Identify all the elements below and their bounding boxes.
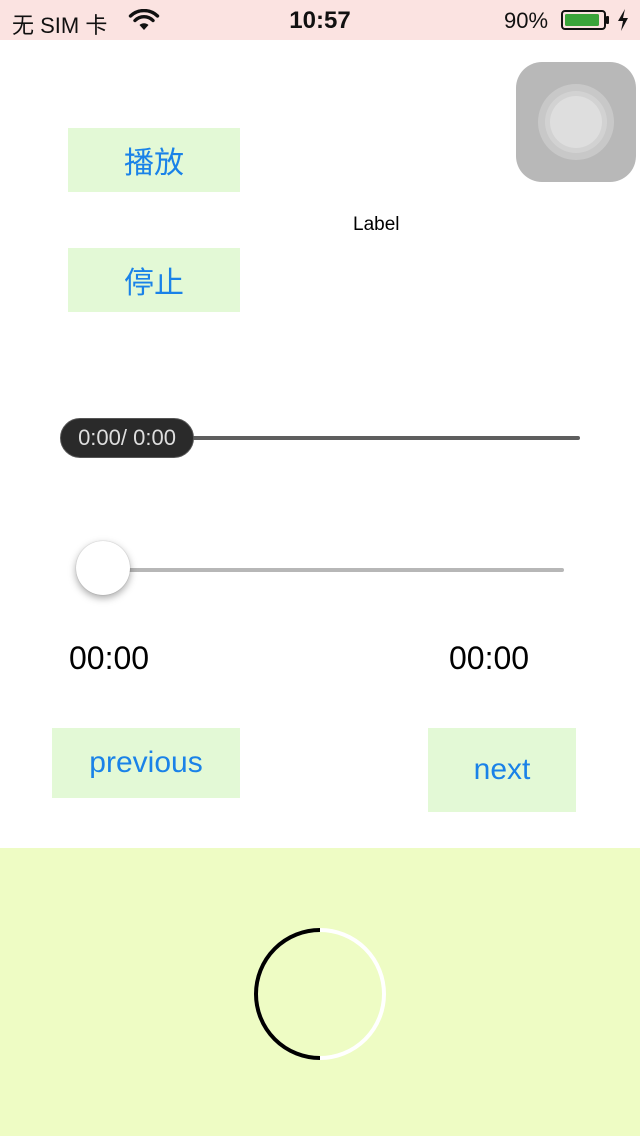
status-bar: 无 SIM 卡 10:57 90% (0, 0, 640, 40)
previous-button[interactable]: previous (52, 728, 240, 798)
assistive-touch-button[interactable] (516, 62, 636, 182)
assistive-touch-center (550, 96, 602, 148)
battery-icon (561, 10, 609, 30)
play-button[interactable]: 播放 (68, 128, 240, 192)
current-time-label: 00:00 (69, 640, 150, 676)
seek-slider-track[interactable] (104, 568, 564, 572)
charging-bolt-icon (618, 9, 628, 31)
loading-spinner-icon (254, 928, 386, 1060)
playback-progress-thumb[interactable]: 0:00/ 0:00 (60, 418, 194, 458)
playback-progress-track[interactable] (190, 436, 580, 440)
seek-slider-thumb[interactable] (76, 541, 130, 595)
info-label: Label (353, 214, 400, 235)
stop-button[interactable]: 停止 (68, 248, 240, 312)
battery-percent: 90% (504, 8, 549, 33)
total-time-label: 00:00 (449, 640, 530, 676)
next-button[interactable]: next (428, 728, 576, 812)
